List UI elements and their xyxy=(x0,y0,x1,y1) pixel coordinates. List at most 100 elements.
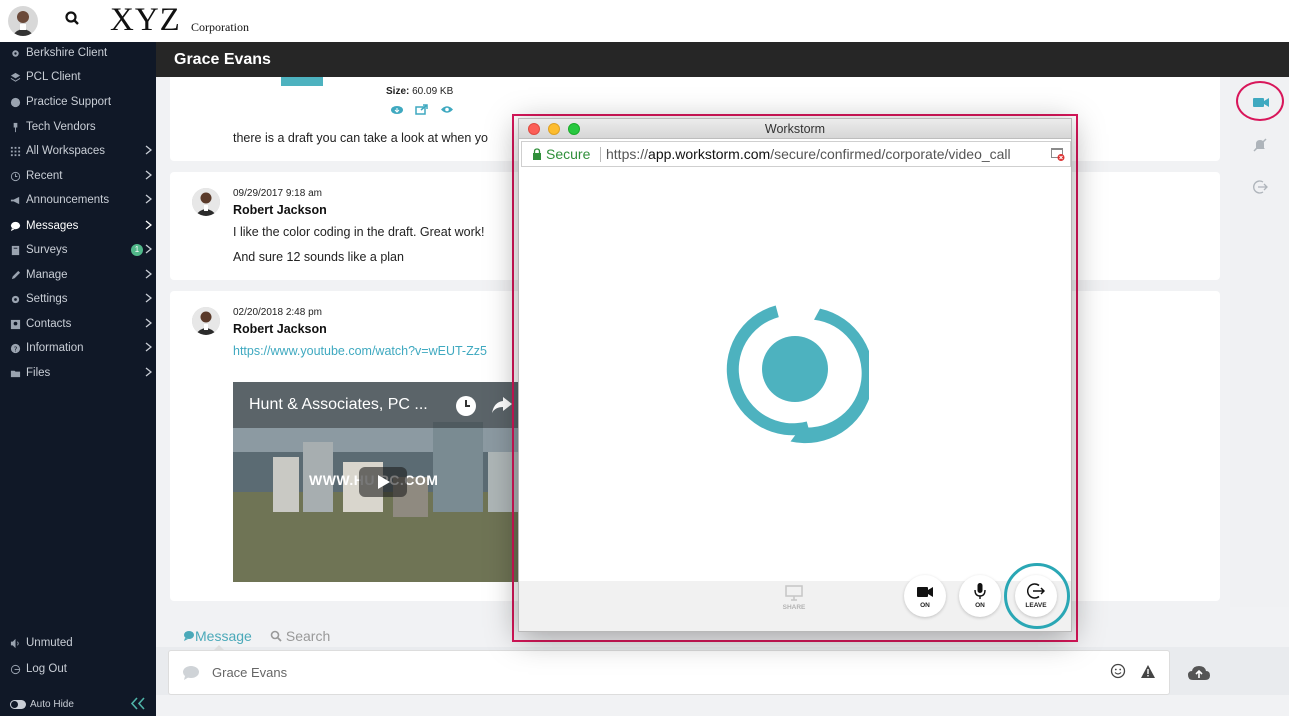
chevron-right-icon xyxy=(145,293,152,303)
microphone-toggle-button[interactable]: ON xyxy=(959,575,1001,617)
tab-message-label: Message xyxy=(195,628,252,644)
folder-icon xyxy=(10,370,21,377)
file-size: Size: 60.09 KB xyxy=(386,86,454,97)
chat-bubble-icon xyxy=(183,666,199,680)
sidebar-item-recent[interactable]: Recent xyxy=(0,165,156,187)
search-icon[interactable] xyxy=(64,10,82,28)
video-title: Hunt & Associates, PC ... xyxy=(249,396,428,413)
surveys-count-badge: 1 xyxy=(131,244,143,256)
preview-eye-icon[interactable] xyxy=(440,105,454,114)
mute-notifications-icon[interactable] xyxy=(1252,137,1268,153)
chevron-right-icon xyxy=(145,145,152,155)
sidebar-item-contacts[interactable]: Contacts xyxy=(0,313,156,335)
sidebar-item-surveys[interactable]: Surveys 1 xyxy=(0,239,156,261)
author-avatar[interactable] xyxy=(192,188,220,216)
lock-icon xyxy=(533,148,541,160)
right-rail xyxy=(1230,77,1289,607)
message-input[interactable]: Grace Evans xyxy=(168,650,1170,695)
chevron-right-icon xyxy=(145,269,152,279)
contact-card-icon xyxy=(10,319,21,329)
user-avatar[interactable] xyxy=(8,6,38,36)
emoji-icon[interactable] xyxy=(1110,663,1126,679)
workstorm-loading-logo xyxy=(726,305,869,444)
file-thumbnail[interactable] xyxy=(281,77,323,86)
toggle-switch-icon xyxy=(10,699,26,709)
video-call-highlight-ring xyxy=(1236,81,1284,121)
pin-icon xyxy=(13,122,18,132)
auto-hide-label: Auto Hide xyxy=(30,698,74,710)
address-divider xyxy=(600,147,601,162)
question-icon: ? xyxy=(10,343,21,353)
message-link[interactable]: https://www.youtube.com/watch?v=wEUT-Zz5 xyxy=(233,344,487,358)
microphone-status-label: ON xyxy=(975,602,985,609)
download-icon[interactable] xyxy=(390,105,404,115)
sidebar-item-manage[interactable]: Manage xyxy=(0,264,156,286)
sidebar-item-label: Surveys xyxy=(26,244,68,256)
monitor-icon xyxy=(785,585,803,601)
share-arrow-icon[interactable] xyxy=(491,396,513,414)
sidebar-item-label: Manage xyxy=(26,269,68,281)
search-icon xyxy=(270,630,282,642)
page-url: https://app.workstorm.com/secure/confirm… xyxy=(606,146,1011,162)
sidebar-item-settings[interactable]: Settings xyxy=(0,288,156,310)
tab-search[interactable]: Search xyxy=(270,628,330,644)
sidebar-item-label: Berkshire Client xyxy=(26,47,108,59)
sidebar-item-practice-support[interactable]: Practice Support xyxy=(0,91,156,113)
sidebar-item-announcements[interactable]: Announcements xyxy=(0,189,156,211)
chevron-right-icon xyxy=(145,194,152,204)
sidebar-item-label: Practice Support xyxy=(26,96,112,108)
address-bar[interactable]: Secure https://app.workstorm.com/secure/… xyxy=(521,141,1071,167)
unmuted-toggle[interactable]: Unmuted xyxy=(0,632,156,654)
blocked-popup-icon[interactable] xyxy=(1051,148,1065,161)
tab-message[interactable]: Message xyxy=(183,628,252,644)
logout-icon xyxy=(10,664,21,674)
conversation-title: Grace Evans xyxy=(174,51,271,68)
sidebar-item-messages[interactable]: Messages xyxy=(0,215,156,237)
video-embed[interactable]: Hunt & Associates, PC ... WWW.HU PC.COM xyxy=(233,382,533,582)
message-author[interactable]: Robert Jackson xyxy=(233,322,327,336)
video-call-window: Workstorm Secure https://app.workstorm.c… xyxy=(518,118,1072,632)
sidebar: Berkshire Client PCL Client Practice Sup… xyxy=(0,42,156,716)
sidebar-item-label: Contacts xyxy=(26,318,72,330)
message-timestamp: 09/29/2017 9:18 am xyxy=(233,188,322,199)
chat-icon xyxy=(10,221,21,231)
chevron-right-icon xyxy=(145,244,152,254)
sidebar-item-pcl-client[interactable]: PCL Client xyxy=(0,66,156,88)
auto-hide-toggle[interactable]: Auto Hide xyxy=(0,693,156,715)
history-icon xyxy=(10,171,21,181)
message-text: there is a draft you can take a look at … xyxy=(233,131,489,145)
window-titlebar[interactable]: Workstorm xyxy=(519,119,1071,139)
sidebar-item-label: Settings xyxy=(26,293,68,305)
leave-button-highlight-ring xyxy=(1004,563,1070,629)
company-logo: XYZ xyxy=(110,2,181,38)
chevron-right-icon xyxy=(145,318,152,328)
sidebar-item-all-workspaces[interactable]: All Workspaces xyxy=(0,140,156,162)
watch-later-icon[interactable] xyxy=(455,395,477,417)
gear-icon xyxy=(12,49,19,57)
svg-text:?: ? xyxy=(14,344,18,353)
sidebar-item-files[interactable]: Files xyxy=(0,362,156,384)
leave-conversation-icon[interactable] xyxy=(1252,179,1268,195)
share-screen-button[interactable]: SHARE xyxy=(773,577,815,619)
chevron-right-icon xyxy=(145,170,152,180)
message-author[interactable]: Robert Jackson xyxy=(233,203,327,217)
sidebar-item-label: Announcements xyxy=(26,194,110,206)
camera-toggle-button[interactable]: ON xyxy=(904,575,946,617)
top-bar: XYZ Corporation xyxy=(0,0,1289,42)
collapse-double-chevron-icon[interactable] xyxy=(130,697,146,710)
speaker-icon xyxy=(10,638,19,648)
logout-button[interactable]: Log Out xyxy=(0,658,156,680)
play-button-icon[interactable] xyxy=(359,467,407,497)
video-stage xyxy=(519,169,1071,581)
sidebar-item-tech-vendors[interactable]: Tech Vendors xyxy=(0,116,156,138)
author-avatar[interactable] xyxy=(192,307,220,335)
sidebar-item-berkshire-client[interactable]: Berkshire Client xyxy=(0,42,156,64)
composer-footer xyxy=(156,695,1289,716)
sidebar-item-information[interactable]: ? Information xyxy=(0,337,156,359)
share-icon[interactable] xyxy=(415,104,428,115)
message-input-placeholder: Grace Evans xyxy=(212,665,288,680)
urgent-warning-icon[interactable] xyxy=(1140,664,1156,679)
conversation-header: Grace Evans xyxy=(156,42,1289,77)
share-label: SHARE xyxy=(782,604,806,611)
upload-cloud-icon[interactable] xyxy=(1187,664,1211,682)
